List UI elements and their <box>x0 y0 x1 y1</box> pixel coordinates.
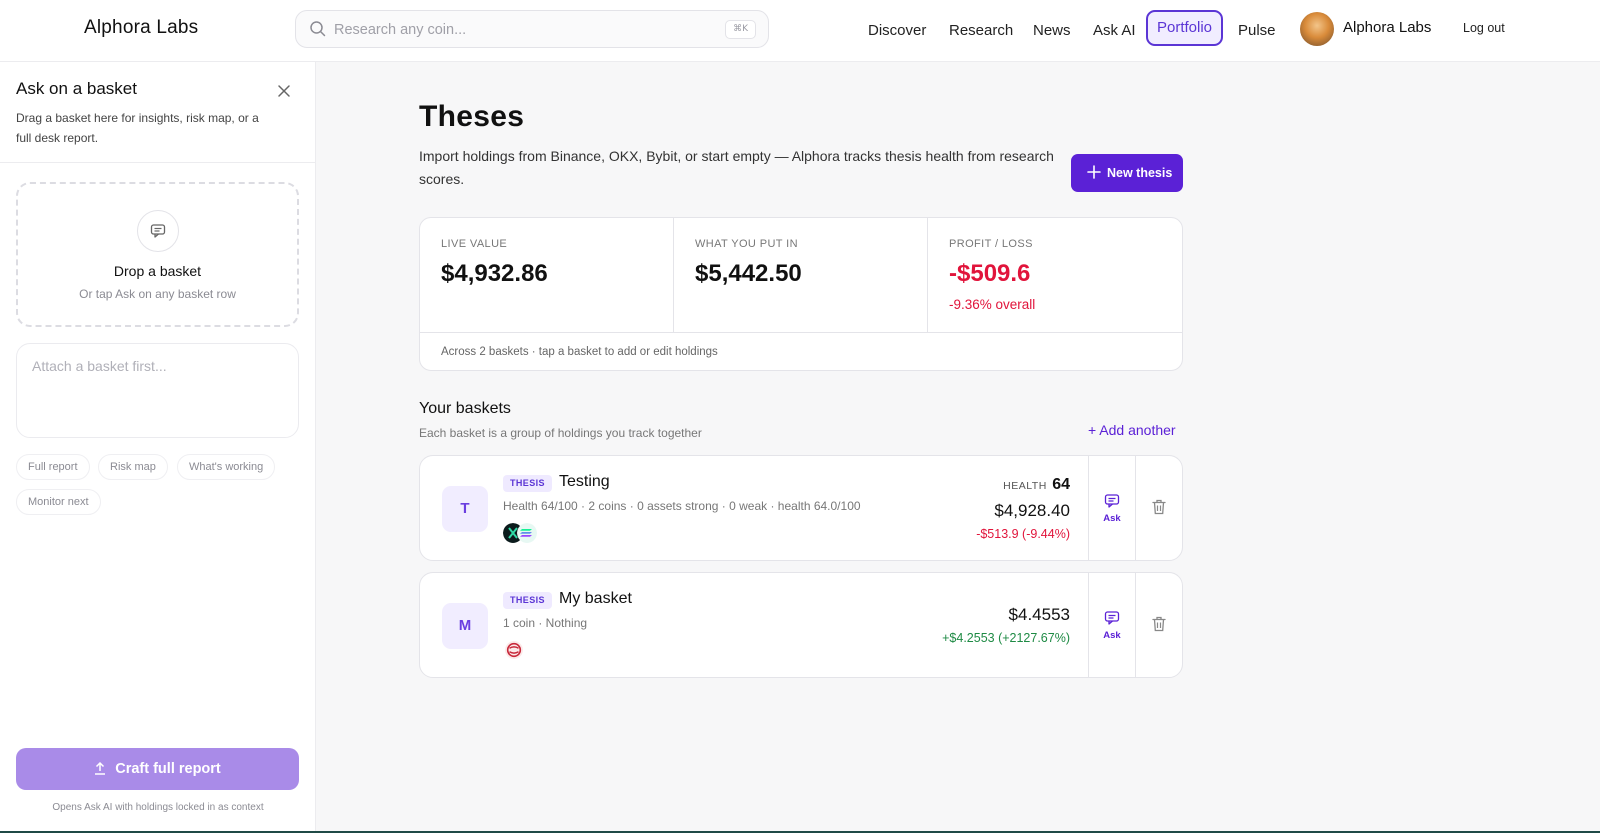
basket-avatar: M <box>442 603 488 649</box>
basket-meta: 1 coin · Nothing <box>503 616 588 630</box>
page-title: Theses <box>419 100 525 133</box>
search-shortcut-badge: ⌘K <box>725 20 756 39</box>
ask-label: Ask <box>1103 630 1121 641</box>
drop-icon-circle <box>137 210 179 252</box>
logout-button[interactable]: Log out <box>1463 21 1505 35</box>
basket-row[interactable]: M THESIS My basket 1 coin · Nothing $4.4… <box>419 572 1183 678</box>
craft-full-report-label: Craft full report <box>115 761 221 777</box>
chat-icon <box>150 224 166 238</box>
trash-icon <box>1152 499 1166 515</box>
basket-dropzone[interactable]: Drop a basket Or tap Ask on any basket r… <box>16 182 299 327</box>
sidebar-title: Ask on a basket <box>16 79 137 98</box>
basket-change: -$513.9 (-9.44%) <box>976 527 1070 541</box>
nav-news[interactable]: News <box>1033 13 1071 49</box>
health-score: HEALTH 64 <box>1003 476 1070 494</box>
sidebar-divider <box>0 162 316 163</box>
chip-monitor-next[interactable]: Monitor next <box>16 489 101 515</box>
search-bar[interactable]: ⌘K <box>295 10 769 48</box>
ask-basket-button[interactable]: Ask <box>1088 456 1135 560</box>
coin-icon <box>517 523 537 543</box>
stat-percent: -9.36% overall <box>949 297 1036 312</box>
page-description: Import holdings from Binance, OKX, Bybit… <box>419 148 1054 187</box>
sidebar-description: Drag a basket here for insights, risk ma… <box>16 111 259 145</box>
basket-name: Testing <box>559 473 610 490</box>
basket-value: $4,928.40 <box>994 501 1070 520</box>
upload-icon <box>95 761 106 775</box>
app-window: Alphora Labs ⌘K Discover Research News A… <box>0 0 1600 831</box>
close-icon[interactable] <box>275 82 293 100</box>
stat-put-in: WHAT YOU PUT IN $5,442.50 <box>674 218 928 332</box>
stat-label: LIVE VALUE <box>441 238 508 250</box>
ask-basket-sidebar: Ask on a basket Drag a basket here for i… <box>0 62 316 831</box>
top-header: Alphora Labs ⌘K Discover Research News A… <box>0 0 1600 62</box>
portfolio-stats-card: LIVE VALUE $4,932.86 WHAT YOU PUT IN $5,… <box>419 217 1183 371</box>
nav-research[interactable]: Research <box>949 13 1013 49</box>
chat-icon <box>1104 494 1120 508</box>
stat-profit-loss: PROFIT / LOSS -$509.6 -9.36% overall <box>928 218 1182 332</box>
stat-value: $4,932.86 <box>441 260 548 287</box>
stat-value: $5,442.50 <box>695 260 802 287</box>
nav-portfolio[interactable]: Portfolio <box>1146 10 1224 46</box>
basket-value: $4.4553 <box>1008 605 1070 624</box>
new-thesis-label: New thesis <box>1107 166 1173 180</box>
chip-whats-working[interactable]: What's working <box>177 454 276 480</box>
delete-basket-button[interactable] <box>1135 456 1182 560</box>
health-label: HEALTH <box>1003 480 1047 492</box>
chat-icon <box>1104 611 1120 625</box>
basket-avatar: T <box>442 486 488 532</box>
plus-icon <box>1087 165 1101 179</box>
health-value: 64 <box>1052 476 1070 493</box>
coin-icon <box>505 641 523 659</box>
stats-footer: Across 2 baskets · tap a basket to add o… <box>420 332 1182 370</box>
baskets-heading: Your baskets <box>419 400 511 417</box>
brand-logo[interactable]: Alphora Labs <box>84 17 198 39</box>
stat-label: WHAT YOU PUT IN <box>695 238 798 250</box>
user-avatar[interactable] <box>1300 12 1334 46</box>
trash-icon <box>1152 616 1166 632</box>
dropzone-subtitle: Or tap Ask on any basket row <box>79 287 236 301</box>
nav-discover[interactable]: Discover <box>868 13 926 49</box>
search-icon <box>310 21 326 37</box>
search-input[interactable] <box>334 19 714 41</box>
basket-change: +$4.2553 (+2127.67%) <box>942 631 1070 645</box>
thesis-badge: THESIS <box>503 592 552 609</box>
basket-meta: Health 64/100 · 2 coins · 0 assets stron… <box>503 499 861 513</box>
nav-ask-ai[interactable]: Ask AI <box>1093 13 1136 49</box>
stat-live-value: LIVE VALUE $4,932.86 <box>420 218 674 332</box>
chip-full-report[interactable]: Full report <box>16 454 90 480</box>
basket-row[interactable]: T THESIS Testing Health 64/100 · 2 coins… <box>419 455 1183 561</box>
ask-label: Ask <box>1103 513 1121 524</box>
baskets-subheading: Each basket is a group of holdings you t… <box>419 426 702 440</box>
user-name[interactable]: Alphora Labs <box>1343 19 1431 36</box>
thesis-badge: THESIS <box>503 475 552 492</box>
craft-full-report-button[interactable]: Craft full report <box>16 748 299 790</box>
stat-label: PROFIT / LOSS <box>949 238 1033 250</box>
nav-pulse[interactable]: Pulse <box>1238 13 1276 49</box>
ask-basket-button[interactable]: Ask <box>1088 573 1135 677</box>
basket-question-input[interactable] <box>16 343 299 438</box>
basket-name: My basket <box>559 590 632 607</box>
new-thesis-button[interactable]: New thesis <box>1071 154 1183 192</box>
dropzone-title: Drop a basket <box>113 263 202 279</box>
delete-basket-button[interactable] <box>1135 573 1182 677</box>
chip-risk-map[interactable]: Risk map <box>98 454 168 480</box>
stat-value: -$509.6 <box>949 260 1031 287</box>
add-basket-link[interactable]: + Add another <box>1088 422 1176 438</box>
craft-note: Opens Ask AI with holdings locked in as … <box>52 802 264 813</box>
